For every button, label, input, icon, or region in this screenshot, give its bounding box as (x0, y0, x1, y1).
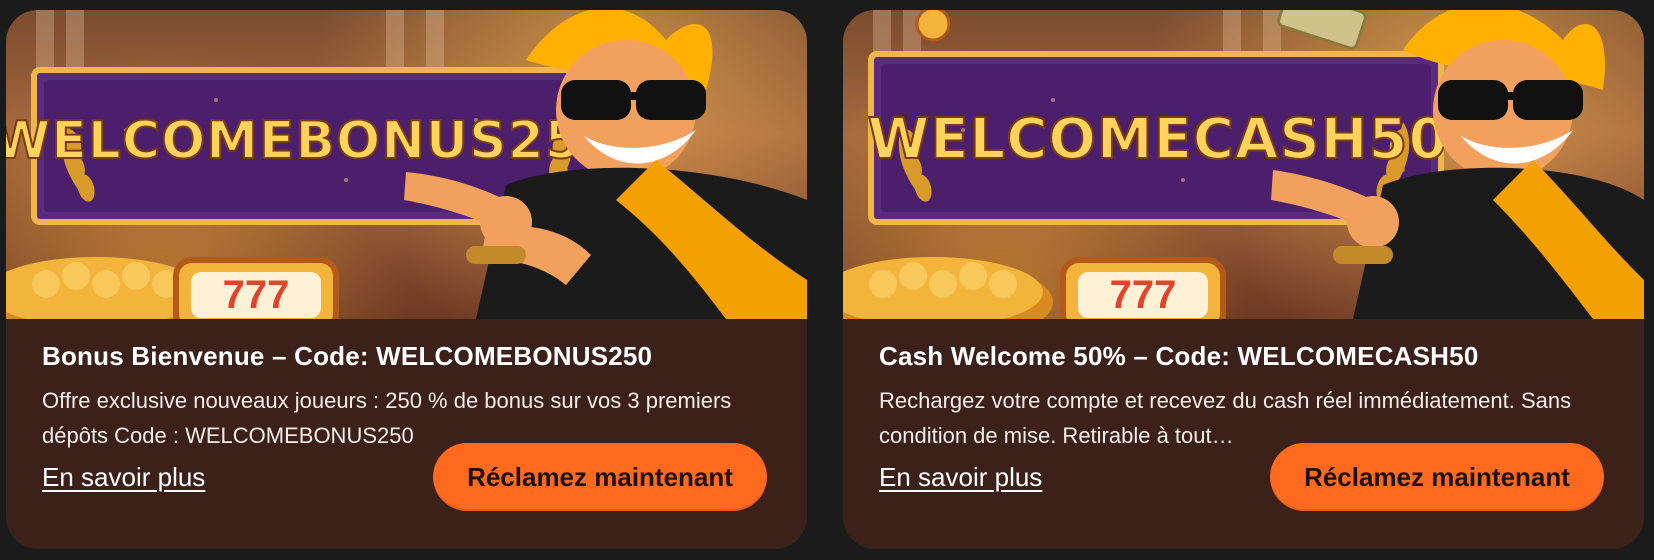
promo-content: Bonus Bienvenue – Code: WELCOMEBONUS250 … (6, 319, 807, 453)
banner-illustration: WELCOMEBONUS250 777 (6, 10, 807, 319)
floating-coin-icon (915, 10, 951, 42)
claim-now-button[interactable]: Réclamez maintenant (1270, 443, 1604, 511)
promo-banner[interactable]: WELCOMEBONUS250 777 (6, 10, 807, 319)
promo-cards: WELCOMEBONUS250 777 Bonus Bienvenue – Co… (6, 10, 1644, 549)
promo-actions: En savoir plus Réclamez maintenant (879, 443, 1604, 511)
learn-more-link[interactable]: En savoir plus (42, 462, 205, 493)
gold-coins-pile (843, 257, 1053, 319)
slot-reels-text: 777 (223, 273, 290, 317)
money-note-icon (1277, 10, 1367, 50)
banner-illustration: WELCOMECASH50 777 (843, 10, 1644, 319)
slot-reels-text: 777 (1110, 273, 1177, 317)
promo-actions: En savoir plus Réclamez maintenant (42, 443, 767, 511)
slot-reels-777: 777 (173, 257, 339, 319)
banner-code-text: WELCOMECASH50 (868, 107, 1449, 172)
promo-banner[interactable]: WELCOMECASH50 777 (843, 10, 1644, 319)
promo-content: Cash Welcome 50% – Code: WELCOMECASH50 R… (843, 319, 1644, 453)
slot-reels-777: 777 (1060, 257, 1226, 319)
promo-title: Bonus Bienvenue – Code: WELCOMEBONUS250 (42, 341, 653, 371)
claim-now-button[interactable]: Réclamez maintenant (433, 443, 767, 511)
learn-more-link[interactable]: En savoir plus (879, 462, 1042, 493)
promo-card-welcomecash: WELCOMECASH50 777 Cash Welcome 50% – Cod… (843, 10, 1644, 549)
promo-card-welcomebonus: WELCOMEBONUS250 777 Bonus Bienvenue – Co… (6, 10, 807, 549)
promo-title: Cash Welcome 50% – Code: WELCOMECASH50 (879, 341, 1479, 371)
banner-code-text: WELCOMEBONUS250 (6, 111, 619, 171)
